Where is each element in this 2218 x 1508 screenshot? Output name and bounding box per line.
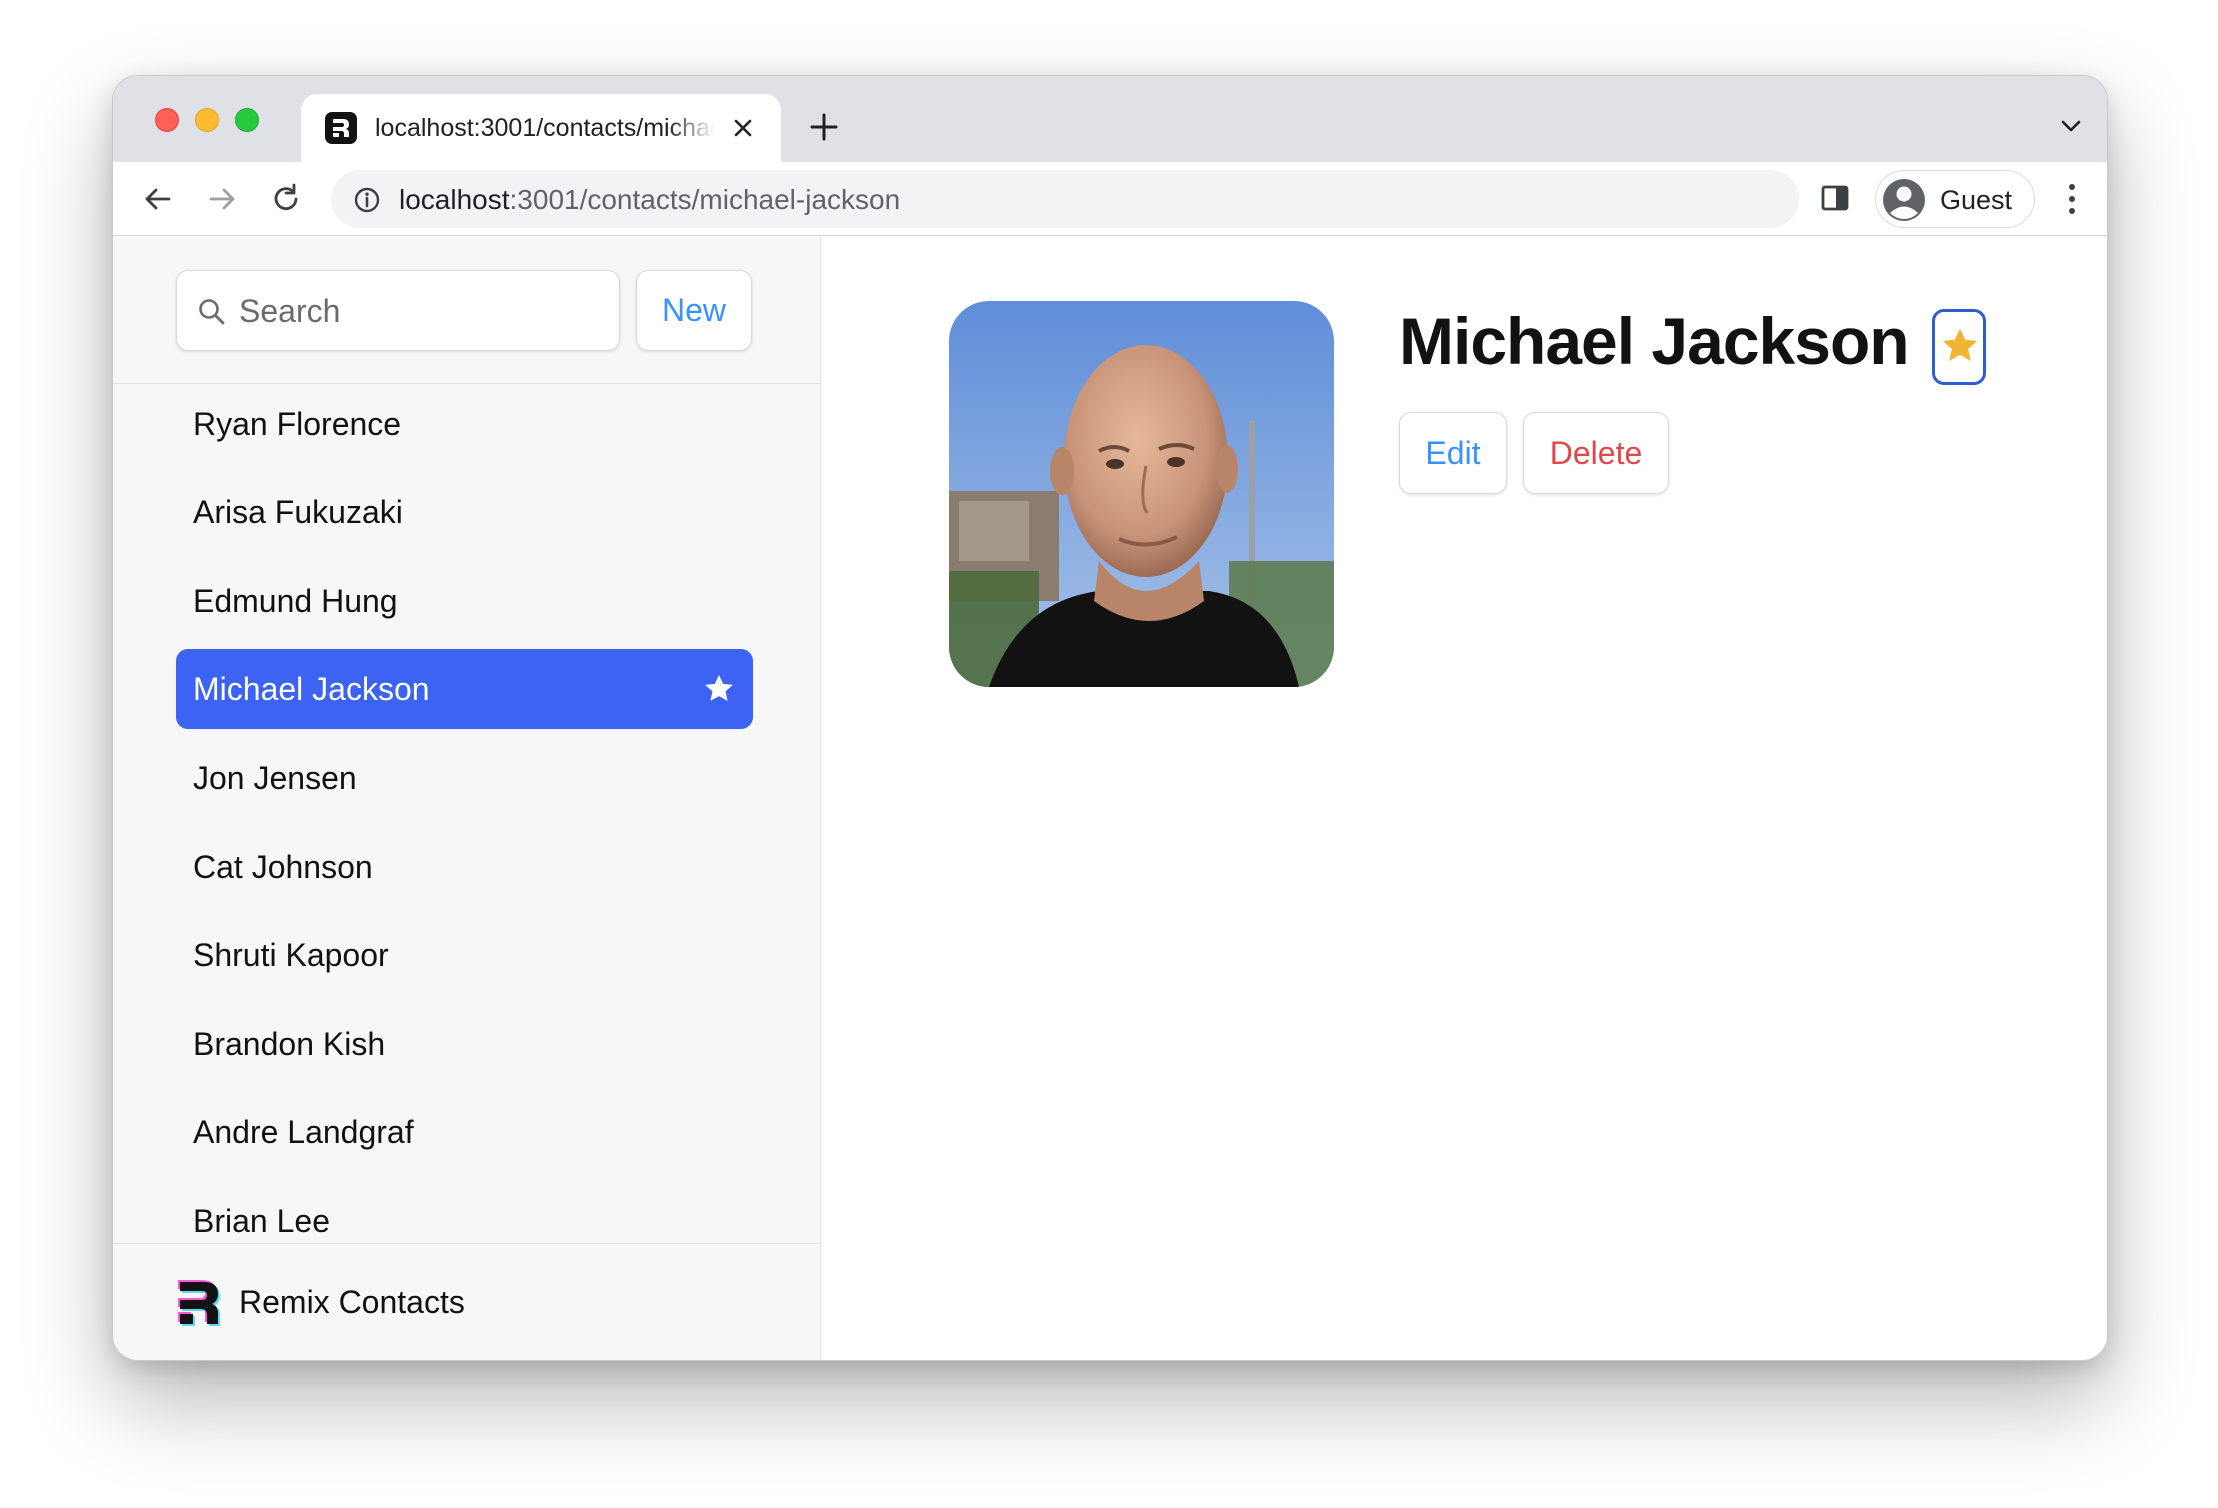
remix-favicon-icon xyxy=(325,112,357,144)
back-arrow-icon[interactable] xyxy=(139,180,177,218)
sidebar-header: New xyxy=(113,237,820,384)
contact-item-label: Andre Landgraf xyxy=(193,1114,414,1150)
url-path: :3001/contacts/michael-jackson xyxy=(509,184,901,215)
browser-toolbar: localhost:3001/contacts/michael-jackson … xyxy=(113,162,2107,236)
contact-avatar-photo xyxy=(949,301,1334,687)
contact-item-shruti-kapoor[interactable]: Shruti Kapoor xyxy=(176,915,753,995)
contact-item-label: Brandon Kish xyxy=(193,1026,386,1062)
close-tab-icon[interactable] xyxy=(729,114,757,142)
app-content: New Ryan Florence Arisa Fukuzaki Edmund … xyxy=(113,237,2107,1360)
minimize-window-button[interactable] xyxy=(195,108,219,132)
star-icon xyxy=(705,675,733,701)
contact-detail: Michael Jackson Edit Delete xyxy=(821,237,2107,1360)
contact-item-label: Shruti Kapoor xyxy=(193,937,389,973)
new-contact-button[interactable]: New xyxy=(636,270,752,351)
search-input[interactable] xyxy=(239,285,599,337)
more-menu-icon[interactable] xyxy=(2067,180,2077,218)
site-info-icon[interactable] xyxy=(353,186,381,214)
profile-button[interactable]: Guest xyxy=(1875,170,2035,228)
contact-item-andre-landgraf[interactable]: Andre Landgraf xyxy=(176,1092,753,1172)
contact-list: Ryan Florence Arisa Fukuzaki Edmund Hung… xyxy=(176,384,753,1244)
side-panel-icon[interactable] xyxy=(1819,182,1851,214)
contact-name: Michael Jackson xyxy=(1399,304,1910,378)
avatar-icon xyxy=(1883,179,1925,221)
contact-item-label: Brian Lee xyxy=(193,1203,330,1239)
favorite-toggle-button[interactable] xyxy=(1932,309,1986,385)
address-bar[interactable]: localhost:3001/contacts/michael-jackson xyxy=(331,170,1799,228)
url-host: localhost xyxy=(399,184,510,215)
browser-window: localhost:3001/contacts/michael-jackson xyxy=(112,75,2108,1361)
forward-arrow-icon[interactable] xyxy=(203,180,241,218)
contact-item-brian-lee[interactable]: Brian Lee xyxy=(176,1181,753,1244)
footer-brand: Remix Contacts xyxy=(239,1284,465,1320)
edit-button[interactable]: Edit xyxy=(1399,412,1507,494)
search-icon xyxy=(199,299,225,325)
reload-icon[interactable] xyxy=(267,180,305,218)
delete-button[interactable]: Delete xyxy=(1523,412,1669,494)
maximize-window-button[interactable] xyxy=(235,108,259,132)
contact-item-label: Ryan Florence xyxy=(193,406,402,442)
remix-logo-icon xyxy=(178,1280,220,1326)
search-box[interactable] xyxy=(176,270,620,351)
tab-title: localhost:3001/contacts/michael-jackson xyxy=(375,114,715,142)
sidebar-footer: Remix Contacts xyxy=(113,1243,820,1360)
contact-item-brandon-kish[interactable]: Brandon Kish xyxy=(176,1004,753,1084)
close-window-button[interactable] xyxy=(155,108,179,132)
profile-name: Guest xyxy=(1940,185,2013,215)
new-tab-icon[interactable] xyxy=(807,110,841,144)
star-icon xyxy=(1942,328,1978,361)
url-text: localhost:3001/contacts/michael-jackson xyxy=(399,184,900,216)
contact-item-michael-jackson[interactable]: Michael Jackson xyxy=(176,649,753,729)
contact-item-label: Cat Johnson xyxy=(193,849,373,885)
contact-item-label: Arisa Fukuzaki xyxy=(193,494,403,530)
sidebar: New Ryan Florence Arisa Fukuzaki Edmund … xyxy=(113,237,821,1360)
contact-item-label: Edmund Hung xyxy=(193,583,398,619)
contact-item-jon-jensen[interactable]: Jon Jensen xyxy=(176,738,753,818)
contact-item-arisa-fukuzaki[interactable]: Arisa Fukuzaki xyxy=(176,472,753,552)
tab-strip: localhost:3001/contacts/michael-jackson xyxy=(113,76,2107,162)
contact-item-edmund-hung[interactable]: Edmund Hung xyxy=(176,561,753,641)
contact-item-ryan-florence[interactable]: Ryan Florence xyxy=(176,384,753,464)
contact-item-label: Jon Jensen xyxy=(193,760,357,796)
contact-item-label: Michael Jackson xyxy=(193,671,430,707)
chevron-down-icon[interactable] xyxy=(2057,116,2085,136)
browser-tab[interactable]: localhost:3001/contacts/michael-jackson xyxy=(301,94,781,162)
contact-item-cat-johnson[interactable]: Cat Johnson xyxy=(176,827,753,907)
